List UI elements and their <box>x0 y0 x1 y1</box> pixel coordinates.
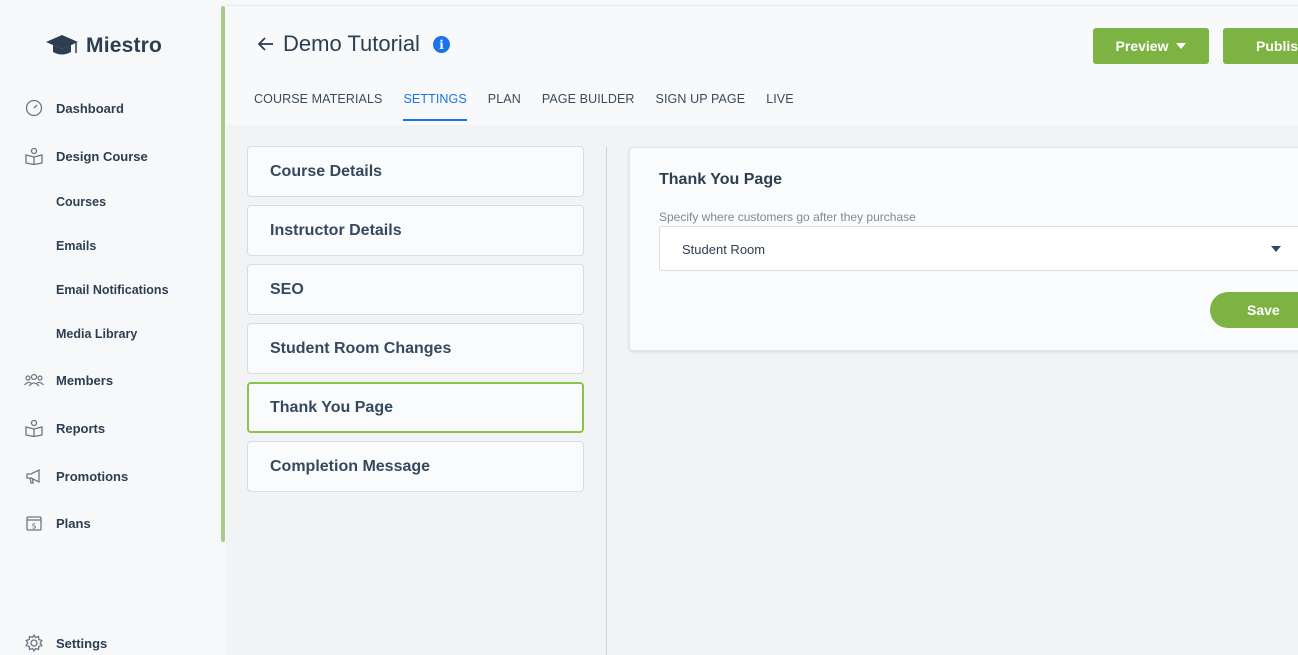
sidebar-item-reports[interactable]: Reports <box>24 418 105 438</box>
svg-text:$: $ <box>31 522 36 531</box>
settings-content: Course Details Instructor Details SEO St… <box>226 125 1298 655</box>
redirect-select[interactable]: Student Room <box>659 226 1298 271</box>
sidebar-subitem-email-notifications[interactable]: Email Notifications <box>56 283 169 297</box>
sidebar-item-members[interactable]: Members <box>24 370 113 390</box>
sidebar-subitem-emails[interactable]: Emails <box>56 239 96 253</box>
sidebar-scrollbar[interactable] <box>221 6 225 542</box>
back-arrow-icon[interactable] <box>256 34 276 54</box>
settings-menu-completion-message[interactable]: Completion Message <box>247 441 584 492</box>
caret-down-icon <box>1271 246 1281 252</box>
redirect-select-value: Student Room <box>682 242 766 257</box>
dashboard-gauge-icon <box>24 98 44 118</box>
preview-button[interactable]: Preview <box>1093 28 1209 64</box>
gear-icon <box>24 633 44 653</box>
page-header: Demo Tutorial i Preview Publis COURSE MA… <box>226 5 1298 125</box>
tab-settings[interactable]: SETTINGS <box>403 92 467 121</box>
page-title: Demo Tutorial <box>283 31 420 56</box>
sidebar-item-plans[interactable]: $ Plans <box>24 513 91 533</box>
dollar-box-icon: $ <box>24 513 44 533</box>
sidebar-item-promotions[interactable]: Promotions <box>24 466 128 486</box>
tab-live[interactable]: LIVE <box>766 92 794 121</box>
sidebar-item-design-course[interactable]: Design Course <box>24 146 148 166</box>
sidebar-subitem-media-library[interactable]: Media Library <box>56 327 137 341</box>
info-icon[interactable]: i <box>433 36 450 53</box>
tab-plan[interactable]: PLAN <box>488 92 521 121</box>
graduation-cap-icon <box>46 35 78 55</box>
tab-sign-up-page[interactable]: SIGN UP PAGE <box>656 92 746 121</box>
save-button[interactable]: Save <box>1210 292 1298 328</box>
card-title: Thank You Page <box>659 171 782 188</box>
course-tabs: COURSE MATERIALS SETTINGS PLAN PAGE BUIL… <box>254 92 815 121</box>
vertical-divider <box>606 147 607 655</box>
settings-menu-course-details[interactable]: Course Details <box>247 146 584 197</box>
tab-course-materials[interactable]: COURSE MATERIALS <box>254 92 382 121</box>
tab-page-builder[interactable]: PAGE BUILDER <box>542 92 635 121</box>
sidebar-subitem-courses[interactable]: Courses <box>56 195 106 209</box>
settings-menu-seo[interactable]: SEO <box>247 264 584 315</box>
sidebar-item-dashboard[interactable]: Dashboard <box>24 98 124 118</box>
publish-button[interactable]: Publis <box>1223 28 1298 64</box>
megaphone-icon <box>24 466 44 486</box>
redirect-field-label: Specify where customers go after they pu… <box>659 210 916 224</box>
sidebar-item-settings[interactable]: Settings <box>24 633 107 653</box>
members-group-icon <box>24 370 44 390</box>
settings-menu-thank-you-page[interactable]: Thank You Page <box>247 382 584 433</box>
caret-down-icon <box>1176 43 1187 49</box>
book-reader-icon <box>24 146 44 166</box>
sidebar: Miestro Dashboard Design Course Courses … <box>0 0 221 655</box>
thank-you-page-card: Thank You Page Specify where customers g… <box>629 147 1298 351</box>
settings-menu-instructor-details[interactable]: Instructor Details <box>247 205 584 256</box>
brand-logo[interactable]: Miestro <box>44 32 162 60</box>
reports-icon <box>24 418 44 438</box>
settings-menu-student-room-changes[interactable]: Student Room Changes <box>247 323 584 374</box>
brand-name: Miestro <box>86 34 163 57</box>
